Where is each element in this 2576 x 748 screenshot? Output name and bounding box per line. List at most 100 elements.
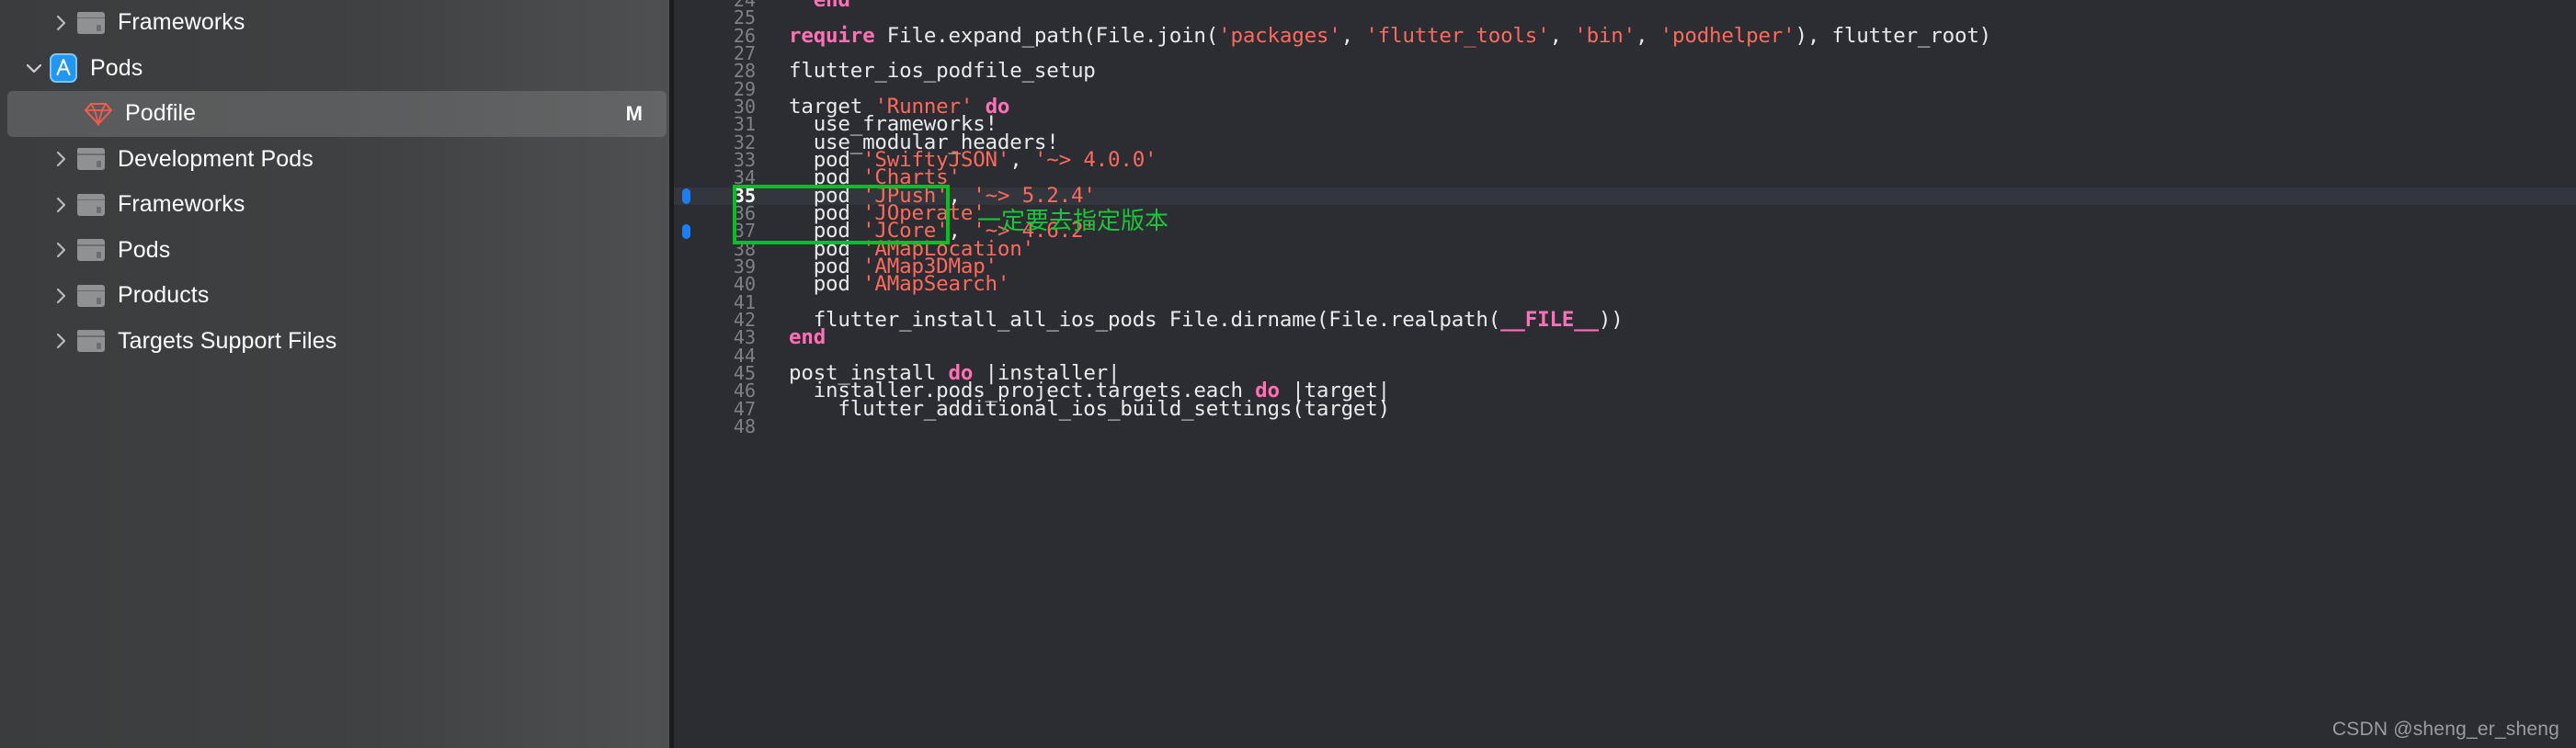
code-line[interactable]: 42 flutter_install_all_ios_pods File.dir… — [674, 308, 2576, 331]
line-number: 32 — [733, 130, 756, 153]
sidebar-item-frameworks[interactable]: Frameworks — [0, 0, 674, 46]
code-token: flutter_ios_podfile_setup — [789, 59, 1096, 84]
chevron-down-icon[interactable] — [20, 62, 48, 74]
code-line[interactable]: 40 pod 'AMapSearch' — [674, 273, 2576, 296]
line-change-marker[interactable] — [682, 223, 690, 240]
code-line[interactable]: 26 require File.expand_path(File.join('pa… — [674, 24, 2576, 47]
chevron-down-icon — [26, 64, 42, 74]
line-number: 38 — [733, 237, 756, 260]
folder-icon — [75, 282, 107, 310]
chevron-right-icon[interactable] — [48, 150, 75, 168]
code-token: )) — [1598, 307, 1624, 332]
code-line-text: target 'Runner' do — [770, 96, 2576, 118]
code-token: 'podhelper' — [1659, 23, 1795, 48]
sidebar-item-label: Targets Support Files — [118, 327, 337, 354]
line-number: 37 — [674, 221, 770, 240]
code-line-text: end — [770, 327, 2576, 348]
code-line[interactable]: 47 flutter_additional_ios_build_settings… — [674, 397, 2576, 420]
code-line[interactable]: 48 — [674, 414, 2576, 437]
line-number: 43 — [733, 326, 756, 349]
ruby-gem-icon — [85, 102, 112, 126]
line-number: 44 — [733, 344, 756, 367]
folder-icon — [77, 11, 105, 34]
sidebar-editor-divider[interactable] — [669, 0, 674, 748]
chevron-right-icon — [56, 152, 66, 167]
code-token: 'bin' — [1574, 23, 1636, 48]
sidebar-item-products[interactable]: Products — [0, 273, 674, 319]
xcode-project-icon — [50, 53, 77, 84]
chevron-right-icon — [56, 15, 66, 30]
sidebar-item-development-pods[interactable]: Development Pods — [0, 137, 674, 183]
code-line-text: require File.expand_path(File.join('pack… — [770, 25, 2576, 46]
line-number: 41 — [733, 290, 756, 313]
line-number: 26 — [733, 24, 756, 47]
chevron-right-icon — [56, 334, 66, 349]
code-line[interactable]: 28 flutter_ios_podfile_setup — [674, 59, 2576, 84]
code-line-text: flutter_install_all_ios_pods File.dirnam… — [770, 310, 2576, 331]
source-code-editor[interactable]: 24 end 25 26 require File.expand_path(File.… — [674, 0, 2576, 748]
line-number: 25 — [733, 6, 756, 29]
sidebar-item-label: Products — [118, 282, 210, 309]
code-line-text: end — [770, 0, 2576, 10]
folder-icon — [75, 191, 107, 219]
folder-icon — [77, 239, 105, 262]
code-lines-container[interactable]: 24 end 25 26 require File.expand_path(File.… — [674, 0, 2576, 748]
chevron-right-icon — [56, 288, 66, 303]
line-number: 35 — [674, 186, 770, 205]
code-line-text: pod 'SwiftyJSON', '~> 4.0.0' — [770, 150, 2576, 171]
code-token: , — [1549, 23, 1575, 48]
code-token: , — [1009, 147, 1034, 172]
folder-icon — [77, 148, 105, 171]
line-number: 47 — [733, 397, 756, 420]
code-token: ), flutter_root) — [1795, 23, 1992, 48]
project-navigator-list: Frameworks Pods Podfile M Development Pods Fr… — [0, 0, 674, 364]
chevron-right-icon[interactable] — [48, 14, 75, 32]
line-number: 30 — [733, 95, 756, 118]
ruby-gem-icon — [83, 100, 114, 128]
project-navigator-sidebar[interactable]: Frameworks Pods Podfile M Development Pods Fr… — [0, 0, 674, 748]
folder-icon — [77, 193, 105, 216]
line-number: 33 — [733, 148, 756, 171]
sidebar-item-label: Development Pods — [118, 145, 313, 172]
code-token: 'packages' — [1218, 23, 1341, 48]
line-number: 29 — [733, 77, 756, 100]
code-token: end — [789, 325, 826, 350]
code-line-text: flutter_additional_ios_build_settings(ta… — [770, 398, 2576, 419]
csdn-watermark: CSDN @sheng_er_sheng — [2331, 719, 2559, 740]
sidebar-item-pods[interactable]: Pods — [0, 46, 674, 92]
sidebar-item-frameworks[interactable]: Frameworks — [0, 182, 674, 228]
chevron-right-icon[interactable] — [48, 332, 75, 350]
xcode-window: Frameworks Pods Podfile M Development Pods Fr… — [0, 0, 2576, 748]
code-token: '~> 4.0.0' — [1033, 147, 1157, 172]
sidebar-item-label: Frameworks — [118, 191, 245, 218]
folder-icon — [75, 327, 107, 355]
chevron-right-icon[interactable] — [48, 241, 75, 259]
line-number: 45 — [733, 361, 756, 384]
sidebar-item-pods[interactable]: Pods — [0, 228, 674, 274]
code-line[interactable]: 43 end — [674, 326, 2576, 349]
line-number: 39 — [733, 255, 756, 278]
line-number: 28 — [733, 60, 756, 83]
line-number: 42 — [733, 308, 756, 331]
chevron-right-icon — [56, 243, 66, 258]
code-token: 'AMapSearch' — [862, 272, 1010, 297]
line-number: 46 — [733, 380, 756, 402]
sidebar-item-podfile[interactable]: Podfile M — [7, 91, 667, 137]
code-token: require — [789, 23, 875, 48]
code-token: File.expand_path(File.join( — [874, 23, 1219, 48]
xcode-project-icon — [48, 53, 79, 84]
folder-icon — [75, 145, 107, 173]
code-token: , — [1340, 23, 1366, 48]
code-token: flutter_install_all_ios_pods File.dirnam… — [789, 307, 1501, 332]
folder-icon — [75, 9, 107, 37]
chevron-right-icon[interactable] — [48, 196, 75, 214]
line-number: 48 — [733, 414, 756, 437]
sidebar-item-targets-support-files[interactable]: Targets Support Files — [0, 319, 674, 365]
code-line[interactable]: 24 end — [674, 0, 2576, 10]
line-number: 36 — [733, 201, 756, 224]
line-change-marker[interactable] — [682, 188, 690, 204]
line-number: 40 — [733, 273, 756, 296]
chevron-right-icon[interactable] — [48, 287, 75, 305]
sidebar-item-label: Podfile — [125, 100, 197, 127]
code-token: , — [1635, 23, 1660, 48]
